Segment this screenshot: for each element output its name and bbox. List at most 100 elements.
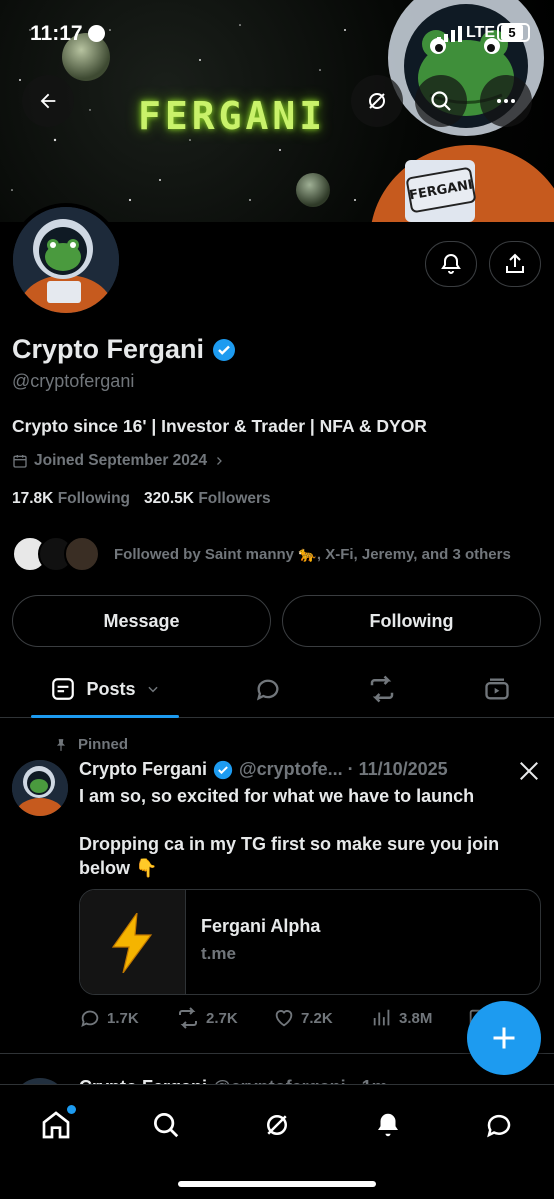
tab-videos[interactable]: [467, 660, 527, 718]
search-button[interactable]: [415, 75, 467, 127]
views-action[interactable]: 3.8M: [371, 1006, 467, 1030]
pinned-label: Pinned: [78, 736, 129, 753]
banner-title: FERGANI: [138, 94, 327, 138]
joined-date: Joined September 2024: [34, 452, 208, 469]
link-card[interactable]: Fergani Alpha t.me: [79, 889, 541, 995]
views-count: 3.8M: [399, 1009, 433, 1027]
followers-stat[interactable]: 320.5K Followers: [144, 490, 271, 508]
search-icon: [154, 1113, 179, 1138]
pin-icon: [56, 738, 66, 751]
tab-replies[interactable]: [238, 660, 298, 718]
home-icon: [42, 1111, 70, 1139]
signal-icon: [437, 26, 462, 42]
card-title: Fergani Alpha: [201, 916, 321, 936]
joined-date-row[interactable]: Joined September 2024: [12, 452, 225, 470]
more-icon: [497, 99, 515, 103]
message-button[interactable]: Message: [12, 595, 271, 647]
x-logo-icon: [520, 762, 538, 780]
bell-plus-icon: [441, 253, 461, 274]
like-count: 7.2K: [301, 1009, 333, 1027]
followers-label: Followers: [198, 490, 271, 507]
unread-dot: [67, 1105, 76, 1114]
following-label: Following: [57, 490, 131, 507]
reply-bubble-icon: [256, 679, 279, 701]
reply-action[interactable]: 1.7K: [79, 1006, 176, 1030]
profile-name-row: Crypto Fergani: [12, 334, 236, 365]
repost-count: 2.7K: [206, 1009, 238, 1027]
following-button[interactable]: Following: [282, 595, 541, 647]
reply-count: 1.7K: [107, 1009, 139, 1027]
compose-post-button[interactable]: [467, 1001, 541, 1075]
grok-button[interactable]: [351, 75, 403, 127]
calendar-icon: [13, 455, 27, 468]
nav-messages[interactable]: [477, 1103, 521, 1147]
smile-icon: [88, 25, 105, 42]
nav-notifications[interactable]: [366, 1103, 410, 1147]
verified-badge-icon: [213, 760, 233, 779]
nav-grok[interactable]: [255, 1103, 299, 1147]
post-handle-date: @cryptofe... · 11/10/2025: [239, 759, 448, 779]
grok-icon: [267, 1115, 287, 1135]
pinned-row: Pinned: [54, 736, 128, 753]
views-chart-icon: [373, 1009, 390, 1026]
reply-icon: [81, 1010, 99, 1028]
home-indicator[interactable]: [178, 1181, 376, 1187]
repost-icon: [179, 1007, 197, 1029]
tab-reposts[interactable]: [352, 660, 412, 718]
profile-handle: @cryptofergani: [12, 371, 135, 391]
followed-by-row[interactable]: Followed by Saint manny 🐆, X-Fi, Jeremy,…: [12, 536, 511, 572]
avatar-image: [12, 760, 68, 816]
chevron-down-icon: [147, 686, 158, 693]
back-arrow-icon: [40, 93, 56, 109]
tab-posts-label: Posts: [86, 678, 136, 699]
bell-icon: [378, 1113, 398, 1137]
post-author-name[interactable]: Crypto Fergani: [79, 759, 207, 780]
chat-bubble-icon: [487, 1114, 511, 1138]
status-bar: 11:17 LTE 5: [0, 0, 554, 64]
followed-by-text: Followed by Saint manny 🐆, X-Fi, Jeremy,…: [114, 546, 511, 563]
active-tab-indicator: [31, 715, 179, 718]
following-stat[interactable]: 17.8K Following: [12, 490, 130, 508]
post-text-line: Dropping ca in my TG first so make sure …: [79, 834, 500, 878]
profile-avatar[interactable]: [9, 203, 123, 317]
network-label: LTE: [466, 24, 496, 41]
nav-home[interactable]: [34, 1103, 78, 1147]
share-button[interactable]: [489, 241, 541, 287]
card-domain: t.me: [201, 944, 236, 963]
post-author-avatar[interactable]: [12, 760, 68, 816]
grok-icon: [369, 93, 385, 109]
pinned-post[interactable]: Pinned Crypto Fergani @cryptofe... · 11/…: [0, 720, 554, 1054]
profile-name: Crypto Fergani: [12, 334, 205, 364]
repost-action[interactable]: 2.7K: [176, 1006, 273, 1030]
status-time: 11:17: [30, 22, 83, 45]
post-body: I am so, so excited for what we have to …: [79, 784, 539, 880]
verified-badge-icon: [213, 338, 236, 361]
profile-bio: Crypto since 16' | Investor & Trader | N…: [12, 416, 427, 436]
profile-tabs: Posts: [0, 660, 554, 718]
search-icon: [431, 91, 451, 111]
more-button[interactable]: [480, 75, 532, 127]
chevron-right-icon: [217, 457, 223, 465]
card-thumbnail: [80, 890, 186, 994]
nav-search[interactable]: [144, 1103, 188, 1147]
lightning-icon: [111, 913, 152, 973]
notifications-subscribe-button[interactable]: [425, 241, 477, 287]
message-label: Message: [103, 610, 180, 631]
like-action[interactable]: 7.2K: [273, 1006, 371, 1030]
share-icon: [506, 253, 524, 273]
plus-icon: [493, 1027, 515, 1049]
following-button-label: Following: [369, 610, 454, 631]
battery-level: 5: [501, 25, 523, 40]
video-icon: [485, 678, 509, 700]
tab-posts[interactable]: Posts: [31, 660, 179, 718]
repost-icon: [370, 675, 394, 703]
following-count: 17.8K: [12, 490, 54, 507]
follow-stats: 17.8K Following 320.5K Followers: [12, 490, 271, 508]
avatar-image: [13, 207, 119, 313]
back-button[interactable]: [22, 75, 74, 127]
followers-count: 320.5K: [144, 490, 194, 507]
follower-avatar: [64, 536, 100, 572]
post-header: Crypto Fergani @cryptofe... · 11/10/2025: [79, 759, 448, 780]
heart-icon: [275, 1010, 293, 1027]
posts-icon: [52, 678, 75, 700]
